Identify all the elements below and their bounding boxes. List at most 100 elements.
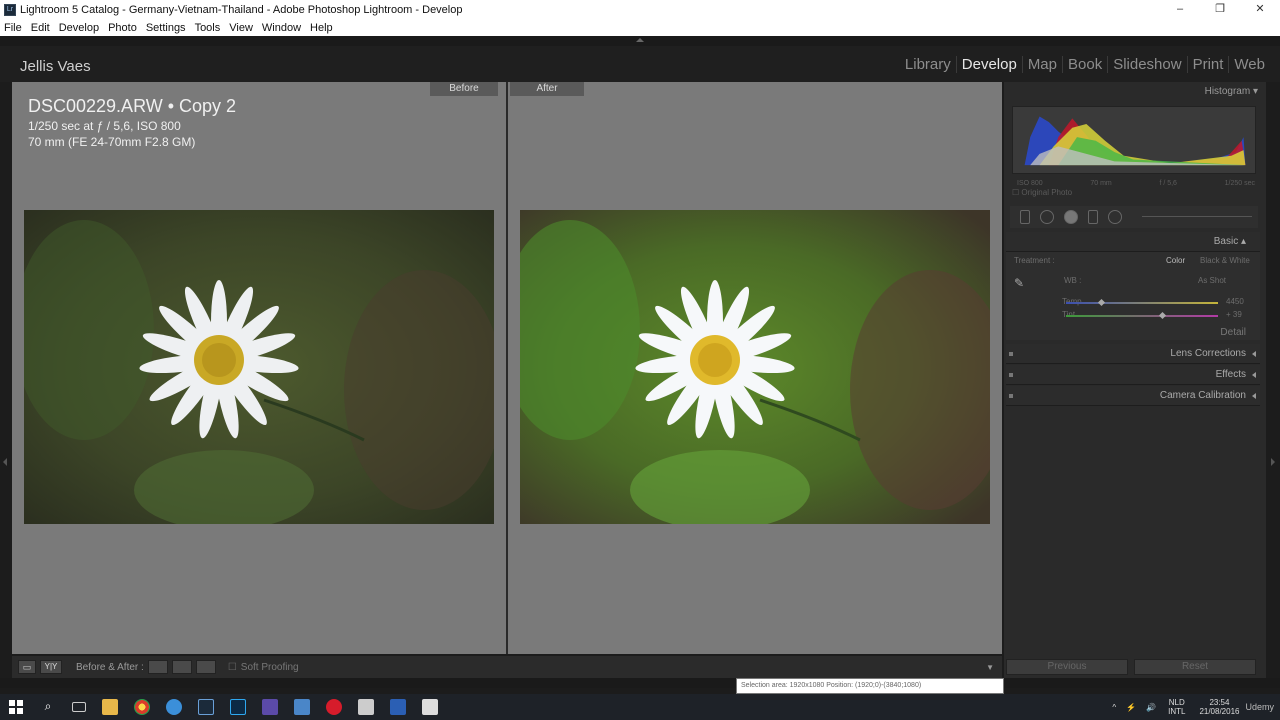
app-icon[interactable] <box>422 699 438 715</box>
menu-edit[interactable]: Edit <box>31 22 50 34</box>
module-library[interactable]: Library <box>900 56 957 73</box>
wb-value[interactable]: As Shot <box>1198 276 1226 285</box>
module-web[interactable]: Web <box>1229 56 1270 73</box>
menu-tools[interactable]: Tools <box>195 22 221 34</box>
triangle-left-icon <box>3 458 7 466</box>
loupe-view-button[interactable]: ▭ <box>18 660 36 674</box>
brush-slider[interactable] <box>1142 216 1252 217</box>
temp-value: 4450 <box>1226 297 1244 306</box>
after-photo[interactable] <box>520 210 990 524</box>
udemy-watermark: Udemy <box>1245 702 1274 712</box>
clock-date: 21/08/2016 <box>1199 707 1240 716</box>
photo-lens: 70 mm (FE 24-70mm F2.8 GM) <box>28 135 196 149</box>
system-tray: ^ ⚡ 🔊 NLD INTL 23:54 21/08/2016 Udemy <box>1112 694 1280 720</box>
red-eye-icon[interactable] <box>1064 210 1078 224</box>
copy-before-to-after-icon[interactable] <box>147 660 168 674</box>
browser-icon[interactable] <box>166 699 182 715</box>
windows-start-icon[interactable] <box>8 699 24 715</box>
after-label: After <box>510 82 584 96</box>
temp-slider[interactable] <box>1066 298 1218 307</box>
maximize-button[interactable]: ❐ <box>1200 0 1240 19</box>
basic-section-header[interactable]: Basic ▴ <box>1006 232 1260 252</box>
swap-before-after-icon[interactable] <box>195 660 216 674</box>
treatment-label: Treatment : <box>1014 256 1055 265</box>
photoshop-icon[interactable] <box>230 699 246 715</box>
menu-view[interactable]: View <box>229 22 253 34</box>
right-panel: Histogram ▾ ISO 800 70 mm f / 5,6 1/250 … <box>1004 82 1266 656</box>
effects-header[interactable]: Effects <box>1006 365 1260 385</box>
camera-calibration-header[interactable]: Camera Calibration <box>1006 386 1260 406</box>
daisy-photo-after <box>520 210 990 524</box>
app-icon[interactable] <box>262 699 278 715</box>
app-icon[interactable] <box>326 699 342 715</box>
original-photo-toggle[interactable]: ☐ Original Photo <box>1012 188 1072 197</box>
soft-proofing-checkbox[interactable]: ☐ <box>228 662 237 673</box>
left-panel-toggle[interactable] <box>0 82 12 656</box>
copy-after-to-before-icon[interactable] <box>171 660 192 674</box>
tint-knob[interactable] <box>1159 311 1167 320</box>
panel-switch-icon[interactable] <box>1009 373 1013 377</box>
module-map[interactable]: Map <box>1023 56 1063 73</box>
chevron-up-icon[interactable]: ^ <box>1112 703 1116 712</box>
task-view-icon[interactable] <box>72 702 86 712</box>
window-title: Lightroom 5 Catalog - Germany-Vietnam-Th… <box>20 3 463 16</box>
network-icon[interactable]: ⚡ <box>1126 703 1136 712</box>
temp-knob[interactable] <box>1098 298 1106 307</box>
triangle-left-icon <box>1252 393 1256 399</box>
volume-icon[interactable]: 🔊 <box>1146 703 1156 712</box>
original-photo-label: Original Photo <box>1021 188 1073 197</box>
app-icon[interactable] <box>294 699 310 715</box>
histogram-header[interactable]: Histogram ▾ <box>1205 86 1258 97</box>
triangle-left-icon <box>1252 372 1256 378</box>
menu-settings[interactable]: Settings <box>146 22 186 34</box>
screen-tooltip: Selection area: 1920x1080 Position: (192… <box>736 678 1004 694</box>
search-icon[interactable]: ⌕ <box>40 699 56 715</box>
detail-header[interactable]: Detail <box>1220 327 1246 338</box>
lightroom-taskbar-icon[interactable] <box>198 699 214 715</box>
menu-file[interactable]: File <box>4 22 22 34</box>
radial-filter-icon[interactable] <box>1108 210 1122 224</box>
wb-label: WB : <box>1064 276 1082 285</box>
module-slideshow[interactable]: Slideshow <box>1108 56 1188 73</box>
right-panel-toggle[interactable] <box>1266 82 1280 656</box>
graduated-filter-icon[interactable] <box>1088 210 1098 224</box>
panel-switch-icon[interactable] <box>1009 394 1013 398</box>
tool-strip <box>1010 206 1258 228</box>
treatment-color[interactable]: Color <box>1166 256 1185 265</box>
basic-panel: Treatment : Color Black & White ✎ WB : A… <box>1006 252 1260 340</box>
before-after-view-button[interactable]: Y|Y <box>40 660 62 674</box>
eyedropper-icon[interactable]: ✎ <box>1014 276 1024 290</box>
identity-plate: Jellis Vaes <box>20 58 91 75</box>
lens-corrections-header[interactable]: Lens Corrections <box>1006 344 1260 364</box>
tint-value: + 39 <box>1226 310 1242 319</box>
crop-tool-icon[interactable] <box>1020 210 1030 224</box>
language-indicator[interactable]: NLD INTL <box>1168 698 1185 716</box>
panel-switch-icon[interactable] <box>1009 352 1013 356</box>
close-button[interactable]: ✕ <box>1240 0 1280 19</box>
top-panel-toggle[interactable] <box>0 36 1280 46</box>
triangle-left-icon <box>1252 351 1256 357</box>
module-print[interactable]: Print <box>1188 56 1230 73</box>
tint-slider[interactable] <box>1066 311 1218 320</box>
before-photo[interactable] <box>24 210 494 524</box>
treatment-bw[interactable]: Black & White <box>1200 256 1250 265</box>
menu-develop[interactable]: Develop <box>59 22 99 34</box>
histogram[interactable]: ISO 800 70 mm f / 5,6 1/250 sec <box>1012 106 1256 187</box>
file-explorer-icon[interactable] <box>102 699 118 715</box>
module-develop[interactable]: Develop <box>957 56 1023 73</box>
chrome-icon[interactable] <box>134 699 150 715</box>
word-icon[interactable] <box>390 699 406 715</box>
minimize-button[interactable]: – <box>1160 0 1200 19</box>
menu-photo[interactable]: Photo <box>108 22 137 34</box>
previous-button[interactable]: Previous <box>1006 659 1128 675</box>
spot-removal-icon[interactable] <box>1040 210 1054 224</box>
clock[interactable]: 23:54 21/08/2016 <box>1199 698 1239 716</box>
module-header: Jellis Vaes Library Develop Map Book Sli… <box>0 46 1280 82</box>
menu-help[interactable]: Help <box>310 22 333 34</box>
app-icon[interactable] <box>358 699 374 715</box>
reset-button[interactable]: Reset <box>1134 659 1256 675</box>
toolbar-menu-icon[interactable]: ▼ <box>986 663 994 672</box>
menu-window[interactable]: Window <box>262 22 301 34</box>
filmstrip-toggle[interactable] <box>0 678 1280 688</box>
module-book[interactable]: Book <box>1063 56 1109 73</box>
